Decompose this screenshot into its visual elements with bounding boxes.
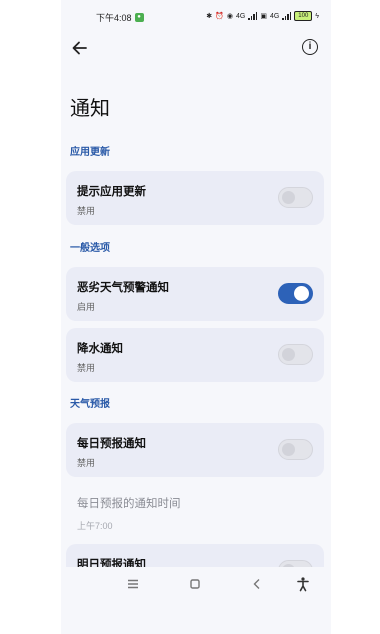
status-time: 下午4:08 [96,13,132,23]
battery-icon: 100 [294,11,313,21]
system-nav-bar [61,567,331,601]
daily-forecast-toggle[interactable] [278,439,313,460]
status-bar: 下午4:08 ● ✱ ⏰ ◉ 4G ▣ 4G 100 ϟ [61,8,331,26]
setting-title: 每日预报的通知时间 [77,498,181,510]
setting-severe-weather[interactable]: 恶劣天气预警通知 启用 [66,267,324,321]
toggle-knob [294,286,309,301]
setting-status: 禁用 [77,363,96,373]
bluetooth-icon: ✱ [206,13,213,20]
setting-title: 提示应用更新 [77,186,146,198]
status-time-group: 下午4:08 ● [96,11,144,24]
setting-status: 禁用 [77,458,96,468]
setting-value: 上午7:00 [77,521,113,531]
signal-icon-2 [282,12,292,20]
alarm-icon: ⏰ [215,13,224,20]
home-icon[interactable] [187,576,203,592]
wifi-icon: ◉ [226,13,233,20]
setting-title: 每日预报通知 [77,438,146,450]
setting-daily-forecast-time: 每日预报的通知时间 上午7:00 [77,495,181,532]
setting-precipitation[interactable]: 降水通知 禁用 [66,328,324,382]
setting-title: 降水通知 [77,343,123,355]
back-arrow-icon[interactable] [70,38,90,58]
network-label-1: 4G [235,12,246,20]
wechat-notification-icon: ● [134,13,144,22]
accessibility-icon[interactable] [295,576,311,592]
volte-icon: ▣ [260,13,267,20]
setting-status: 禁用 [77,206,96,216]
section-header-general: 一般选项 [70,243,110,254]
severe-weather-toggle[interactable] [278,283,313,304]
app-bar: i [61,36,331,60]
signal-icon-1 [248,12,258,20]
status-icons: ✱ ⏰ ◉ 4G ▣ 4G 100 ϟ [206,11,319,21]
toggle-knob [282,191,295,204]
back-icon[interactable] [249,576,265,592]
precipitation-toggle[interactable] [278,344,313,365]
section-header-forecast: 天气预报 [70,399,110,410]
charging-icon: ϟ [315,12,319,20]
section-header-app-update: 应用更新 [70,147,110,158]
setting-title: 恶劣天气预警通知 [77,282,169,294]
setting-app-update[interactable]: 提示应用更新 禁用 [66,171,324,225]
app-update-toggle[interactable] [278,187,313,208]
info-icon[interactable]: i [302,39,318,55]
menu-icon[interactable] [125,576,141,592]
setting-status: 启用 [77,302,96,312]
page-title: 通知 [70,98,110,120]
network-label-2: 4G [269,12,280,20]
phone-screen: 下午4:08 ● ✱ ⏰ ◉ 4G ▣ 4G 100 ϟ i 通知 应用更新 提… [61,0,331,634]
toggle-knob [282,348,295,361]
toggle-knob [282,443,295,456]
setting-daily-forecast[interactable]: 每日预报通知 禁用 [66,423,324,477]
